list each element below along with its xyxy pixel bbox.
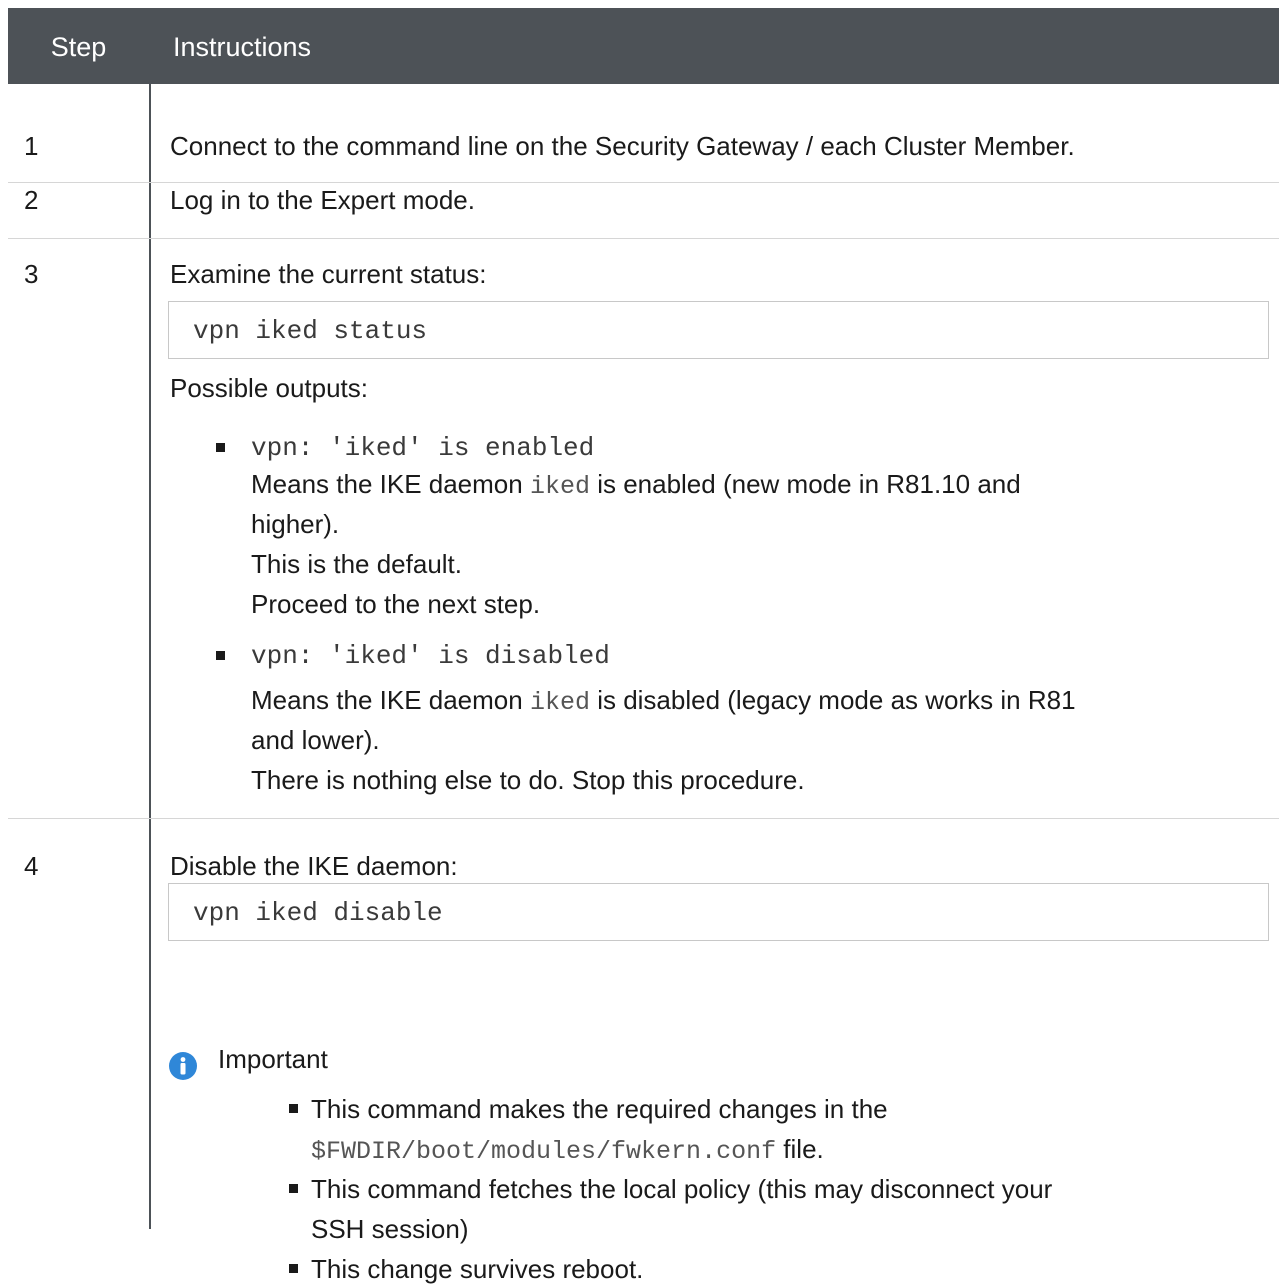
code-text: vpn iked disable [193,898,443,928]
code-block[interactable]: vpn iked status [168,301,1269,359]
important-label: Important [218,1044,328,1074]
step-4-text: Disable the IKE daemon: [170,851,458,881]
step-3-text: Examine the current status: [170,259,487,289]
output-note: Proceed to the next step. [251,589,541,619]
code-block[interactable]: vpn iked disable [168,883,1269,941]
output-code: vpn: 'iked' is disabled [251,641,610,671]
header-instructions: Instructions [173,32,312,62]
important-item-text: This command makes the required changes … [311,1094,888,1124]
important-item-text: This command fetches the local policy (t… [311,1174,1053,1204]
possible-outputs-label: Possible outputs: [170,373,369,403]
important-item-text-cont: $FWDIR/boot/modules/fwkern.conf file. [311,1134,824,1166]
output-code: vpn: 'iked' is enabled [251,433,595,463]
important-item-text-cont: SSH session) [311,1214,469,1244]
output-description: Means the IKE daemon iked is enabled (ne… [251,469,1021,501]
output-note: This is the default. [251,549,462,579]
step-2-text: Log in to the Expert mode. [170,185,475,215]
square-bullet-icon [289,1104,298,1113]
info-circle-icon [169,1052,197,1080]
column-divider [149,8,151,1229]
output-note: There is nothing else to do. Stop this p… [251,765,805,795]
code-text: vpn iked status [193,316,428,346]
step-1-text: Connect to the command line on the Secur… [170,131,1075,161]
step-number-4: 4 [24,851,39,881]
square-bullet-icon [289,1264,298,1273]
row-separator [8,818,1279,819]
step-number-3: 3 [24,259,39,289]
output-description-cont: and lower). [251,725,380,755]
table-header: Step Instructions [8,8,1279,84]
square-bullet-icon [216,443,225,452]
output-description: Means the IKE daemon iked is disabled (l… [251,685,1076,717]
step-number-2: 2 [24,185,39,215]
important-item-text: This change survives reboot. [311,1254,644,1284]
step-number-1: 1 [24,131,39,161]
output-description-cont: higher). [251,509,340,539]
header-step: Step [50,32,107,62]
row-separator [8,238,1279,239]
square-bullet-icon [216,651,225,660]
square-bullet-icon [289,1184,298,1193]
